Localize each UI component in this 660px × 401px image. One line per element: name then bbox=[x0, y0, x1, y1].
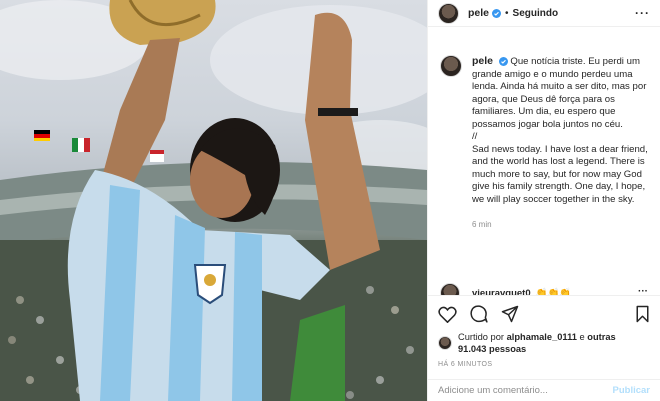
post-header: pele • Seguindo ··· bbox=[428, 0, 660, 27]
author-avatar[interactable] bbox=[438, 2, 459, 24]
likes-summary: Curtido por alphamale_0111 e outras 91.0… bbox=[438, 331, 650, 355]
caption-portuguese: Que notícia triste. Eu perdi um grande a… bbox=[472, 56, 647, 130]
verified-icon bbox=[498, 56, 508, 66]
add-comment-bar: Publicar bbox=[428, 379, 660, 401]
caption-text: pele Que notícia triste. Eu perdi um gra… bbox=[472, 55, 649, 232]
heart-icon[interactable] bbox=[438, 306, 457, 323]
verified-icon bbox=[492, 8, 502, 18]
post-details-panel: pele • Seguindo ··· pele Que notícia tri… bbox=[427, 0, 660, 401]
comments-area[interactable]: pele Que notícia triste. Eu perdi um gra… bbox=[428, 27, 660, 284]
caption: pele Que notícia triste. Eu perdi um gra… bbox=[440, 55, 650, 232]
caption-divider: // bbox=[472, 131, 478, 142]
caption-english: Sad news today. I have lost a dear frien… bbox=[472, 143, 648, 205]
author-username[interactable]: pele bbox=[468, 7, 489, 19]
caption-time: 6 min bbox=[472, 220, 492, 229]
post-timestamp: HÁ 6 MINUTOS bbox=[438, 361, 493, 368]
post-image bbox=[0, 0, 427, 401]
bookmark-icon[interactable] bbox=[635, 305, 650, 323]
likes-prefix: Curtido por bbox=[458, 332, 504, 342]
liker-username[interactable]: alphamale_0111 bbox=[507, 332, 577, 342]
caption-avatar[interactable] bbox=[440, 55, 462, 77]
caption-username[interactable]: pele bbox=[472, 55, 493, 67]
share-icon[interactable] bbox=[501, 305, 519, 323]
likes-and: e bbox=[579, 332, 585, 342]
comment-icon[interactable] bbox=[470, 305, 488, 323]
post-actions: Curtido por alphamale_0111 e outras 91.0… bbox=[428, 295, 660, 368]
post-photo[interactable] bbox=[0, 0, 427, 401]
separator-dot: • bbox=[505, 7, 509, 19]
comment-input[interactable] bbox=[438, 385, 613, 396]
liker-avatar[interactable] bbox=[438, 336, 452, 350]
following-button[interactable]: Seguindo bbox=[513, 8, 559, 19]
more-options-icon[interactable]: ··· bbox=[635, 6, 650, 20]
publish-button[interactable]: Publicar bbox=[613, 385, 651, 396]
